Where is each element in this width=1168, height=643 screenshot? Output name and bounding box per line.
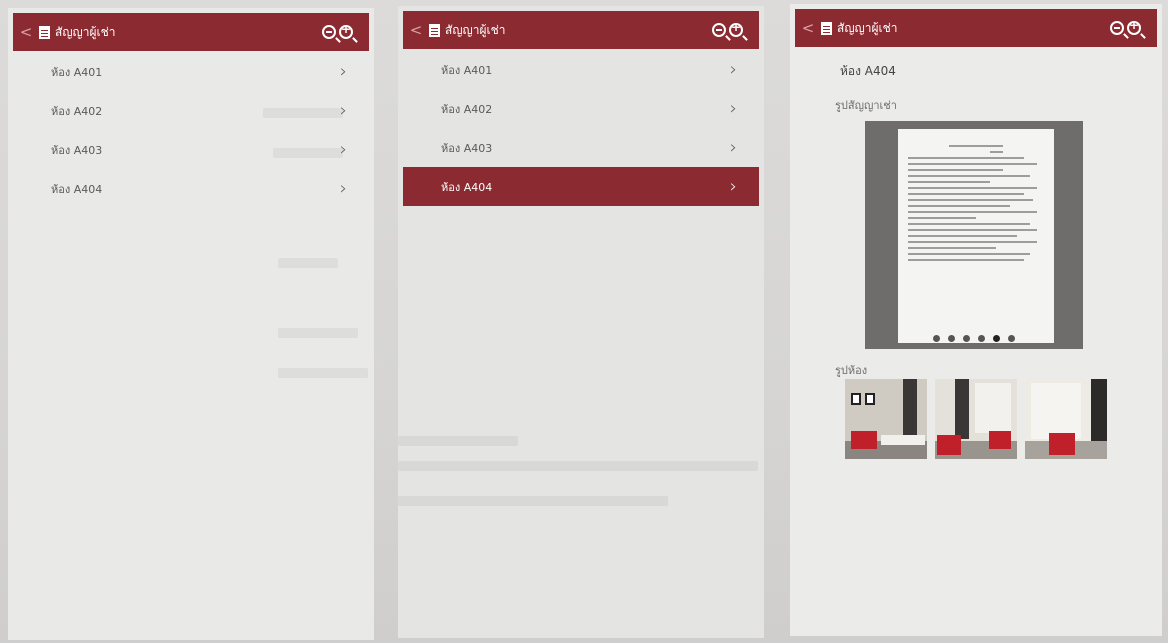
show-through <box>263 108 343 118</box>
zoom-out-icon[interactable] <box>322 25 336 39</box>
screen-room-detail: < สัญญาผู้เช่า ห้อง A404 รูปสัญญาเช่า <box>790 4 1162 636</box>
room-photo-thumbnail[interactable] <box>935 379 1017 459</box>
contract-document-image <box>898 129 1054 343</box>
room-photos-label: รูปห้อง <box>835 364 868 377</box>
room-row-a401[interactable]: ห้อง A401 › <box>13 52 369 91</box>
chevron-right-icon: › <box>729 137 737 158</box>
chevron-right-icon: › <box>339 61 347 82</box>
room-row-a403[interactable]: ห้อง A403 › <box>403 128 759 167</box>
room-row-a404-selected[interactable]: ห้อง A404 › <box>403 167 759 206</box>
show-through <box>398 436 518 446</box>
contract-photo-label: รูปสัญญาเช่า <box>835 99 897 112</box>
room-row-a401[interactable]: ห้อง A401 › <box>403 50 759 89</box>
contract-image-carousel[interactable] <box>865 121 1083 349</box>
document-icon <box>39 25 50 39</box>
page-title: สัญญาผู้เช่า <box>55 24 116 39</box>
room-list: ห้อง A401 › ห้อง A402 › ห้อง A403 › ห้อง… <box>13 52 369 208</box>
page-title: สัญญาผู้เช่า <box>837 20 898 35</box>
app-bar: < สัญญาผู้เช่า <box>13 13 369 51</box>
room-label: ห้อง A401 <box>51 65 103 79</box>
zoom-out-icon[interactable] <box>712 23 726 37</box>
carousel-dot[interactable] <box>948 335 955 342</box>
zoom-out-icon[interactable] <box>1110 21 1124 35</box>
app-bar: < สัญญาผู้เช่า <box>795 9 1157 47</box>
room-photo-thumbnail[interactable] <box>1025 379 1107 459</box>
room-row-a404[interactable]: ห้อง A404 › <box>13 169 369 208</box>
carousel-dot[interactable] <box>1008 335 1015 342</box>
show-through <box>278 328 358 338</box>
back-button[interactable]: < <box>403 21 429 39</box>
screen-room-list-selected: < สัญญาผู้เช่า ห้อง A401 › ห้อง A402 › ห… <box>398 6 764 638</box>
chevron-right-icon: › <box>729 98 737 119</box>
room-label: ห้อง A402 <box>441 102 493 116</box>
carousel-indicator <box>865 335 1083 342</box>
chevron-right-icon: › <box>729 59 737 80</box>
document-icon <box>429 23 440 37</box>
show-through <box>398 496 668 506</box>
zoom-in-icon[interactable] <box>1127 18 1141 35</box>
carousel-dot-active[interactable] <box>993 335 1000 342</box>
room-label: ห้อง A403 <box>441 141 493 155</box>
show-through <box>278 368 368 378</box>
document-icon <box>821 21 832 35</box>
room-list: ห้อง A401 › ห้อง A402 › ห้อง A403 › ห้อง… <box>403 50 759 206</box>
room-label: ห้อง A404 <box>51 182 103 196</box>
room-label: ห้อง A403 <box>51 143 103 157</box>
room-photo-gallery <box>845 379 1107 459</box>
show-through <box>273 148 343 158</box>
carousel-dot[interactable] <box>963 335 970 342</box>
chevron-right-icon: › <box>339 178 347 199</box>
show-through <box>398 461 758 471</box>
zoom-in-icon[interactable] <box>339 22 353 39</box>
back-button[interactable]: < <box>13 23 39 41</box>
room-label: ห้อง A402 <box>51 104 103 118</box>
app-bar: < สัญญาผู้เช่า <box>403 11 759 49</box>
back-button[interactable]: < <box>795 19 821 37</box>
room-label: ห้อง A401 <box>441 63 493 77</box>
room-name: ห้อง A404 <box>840 64 896 78</box>
zoom-in-icon[interactable] <box>729 20 743 37</box>
chevron-right-icon: › <box>729 176 737 197</box>
room-label: ห้อง A404 <box>441 180 493 194</box>
room-row-a402[interactable]: ห้อง A402 › <box>403 89 759 128</box>
page-title: สัญญาผู้เช่า <box>445 22 506 37</box>
carousel-dot[interactable] <box>978 335 985 342</box>
carousel-dot[interactable] <box>933 335 940 342</box>
show-through <box>278 258 338 268</box>
room-photo-thumbnail[interactable] <box>845 379 927 459</box>
screen-room-list: < สัญญาผู้เช่า ห้อง A401 › ห้อง A402 › ห… <box>8 8 374 640</box>
